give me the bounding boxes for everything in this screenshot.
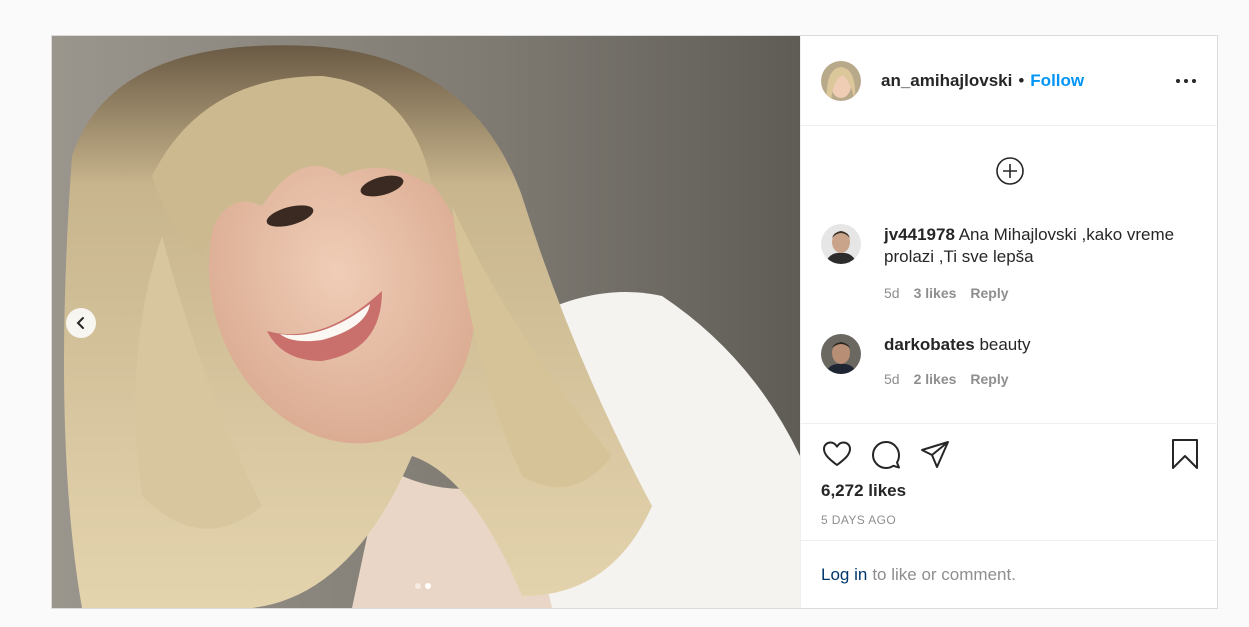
commenter-avatar[interactable] (821, 224, 861, 264)
chevron-left-icon (76, 317, 84, 329)
post-media[interactable] (52, 36, 800, 608)
comment-body: jv441978 Ana Mihajlovski ,kako vreme pro… (884, 224, 1199, 268)
plus-circle-icon[interactable] (995, 156, 1025, 186)
login-link[interactable]: Log in (821, 565, 867, 585)
comment-reply-button[interactable]: Reply (970, 371, 1008, 387)
comment-reply-button[interactable]: Reply (970, 285, 1008, 301)
heart-icon[interactable] (821, 438, 853, 470)
login-prompt-text: to like or comment. (872, 564, 1016, 584)
author-username[interactable]: an_amihajlovski (881, 71, 1012, 91)
slide-dot-active (425, 583, 431, 589)
comment-body: darkobates beauty (884, 334, 1199, 356)
comment-time[interactable]: 5d (884, 285, 900, 301)
header-separator: • (1018, 70, 1025, 90)
post-header: an_amihajlovski • Follow (801, 36, 1217, 126)
post-card: an_amihajlovski • Follow jv441978 Ana Mi… (51, 35, 1218, 609)
avatar-image (821, 224, 861, 264)
follow-button[interactable]: Follow (1030, 71, 1084, 91)
comment-likes[interactable]: 2 likes (914, 371, 957, 387)
avatar-image (821, 60, 861, 101)
comment-username[interactable]: jv441978 (884, 225, 955, 244)
slide-indicator (415, 583, 431, 589)
comments-section: jv441978 Ana Mihajlovski ,kako vreme pro… (801, 126, 1218, 423)
avatar-image (821, 334, 861, 374)
send-icon[interactable] (919, 438, 951, 470)
comment-meta: 5d 3 likes Reply (884, 285, 1009, 301)
likes-count[interactable]: 6,272 likes (821, 481, 906, 501)
comment-likes[interactable]: 3 likes (914, 285, 957, 301)
login-prompt: Log in to like or comment. (801, 540, 1218, 608)
author-avatar[interactable] (821, 60, 861, 101)
post-timestamp[interactable]: 5 DAYS AGO (821, 513, 896, 527)
commenter-avatar[interactable] (821, 334, 861, 374)
post-actions: 6,272 likes 5 DAYS AGO (801, 423, 1218, 541)
slide-dot (415, 583, 421, 589)
post-sidebar: an_amihajlovski • Follow jv441978 Ana Mi… (800, 36, 1218, 608)
post-photo (52, 36, 800, 608)
comment-text: beauty (979, 335, 1031, 354)
comment-time[interactable]: 5d (884, 371, 900, 387)
previous-slide-button[interactable] (66, 308, 96, 338)
comment-meta: 5d 2 likes Reply (884, 371, 1009, 387)
bookmark-icon[interactable] (1169, 438, 1201, 470)
comment-username[interactable]: darkobates (884, 335, 975, 354)
comment-icon[interactable] (870, 438, 902, 470)
more-options-icon[interactable] (1175, 72, 1197, 90)
